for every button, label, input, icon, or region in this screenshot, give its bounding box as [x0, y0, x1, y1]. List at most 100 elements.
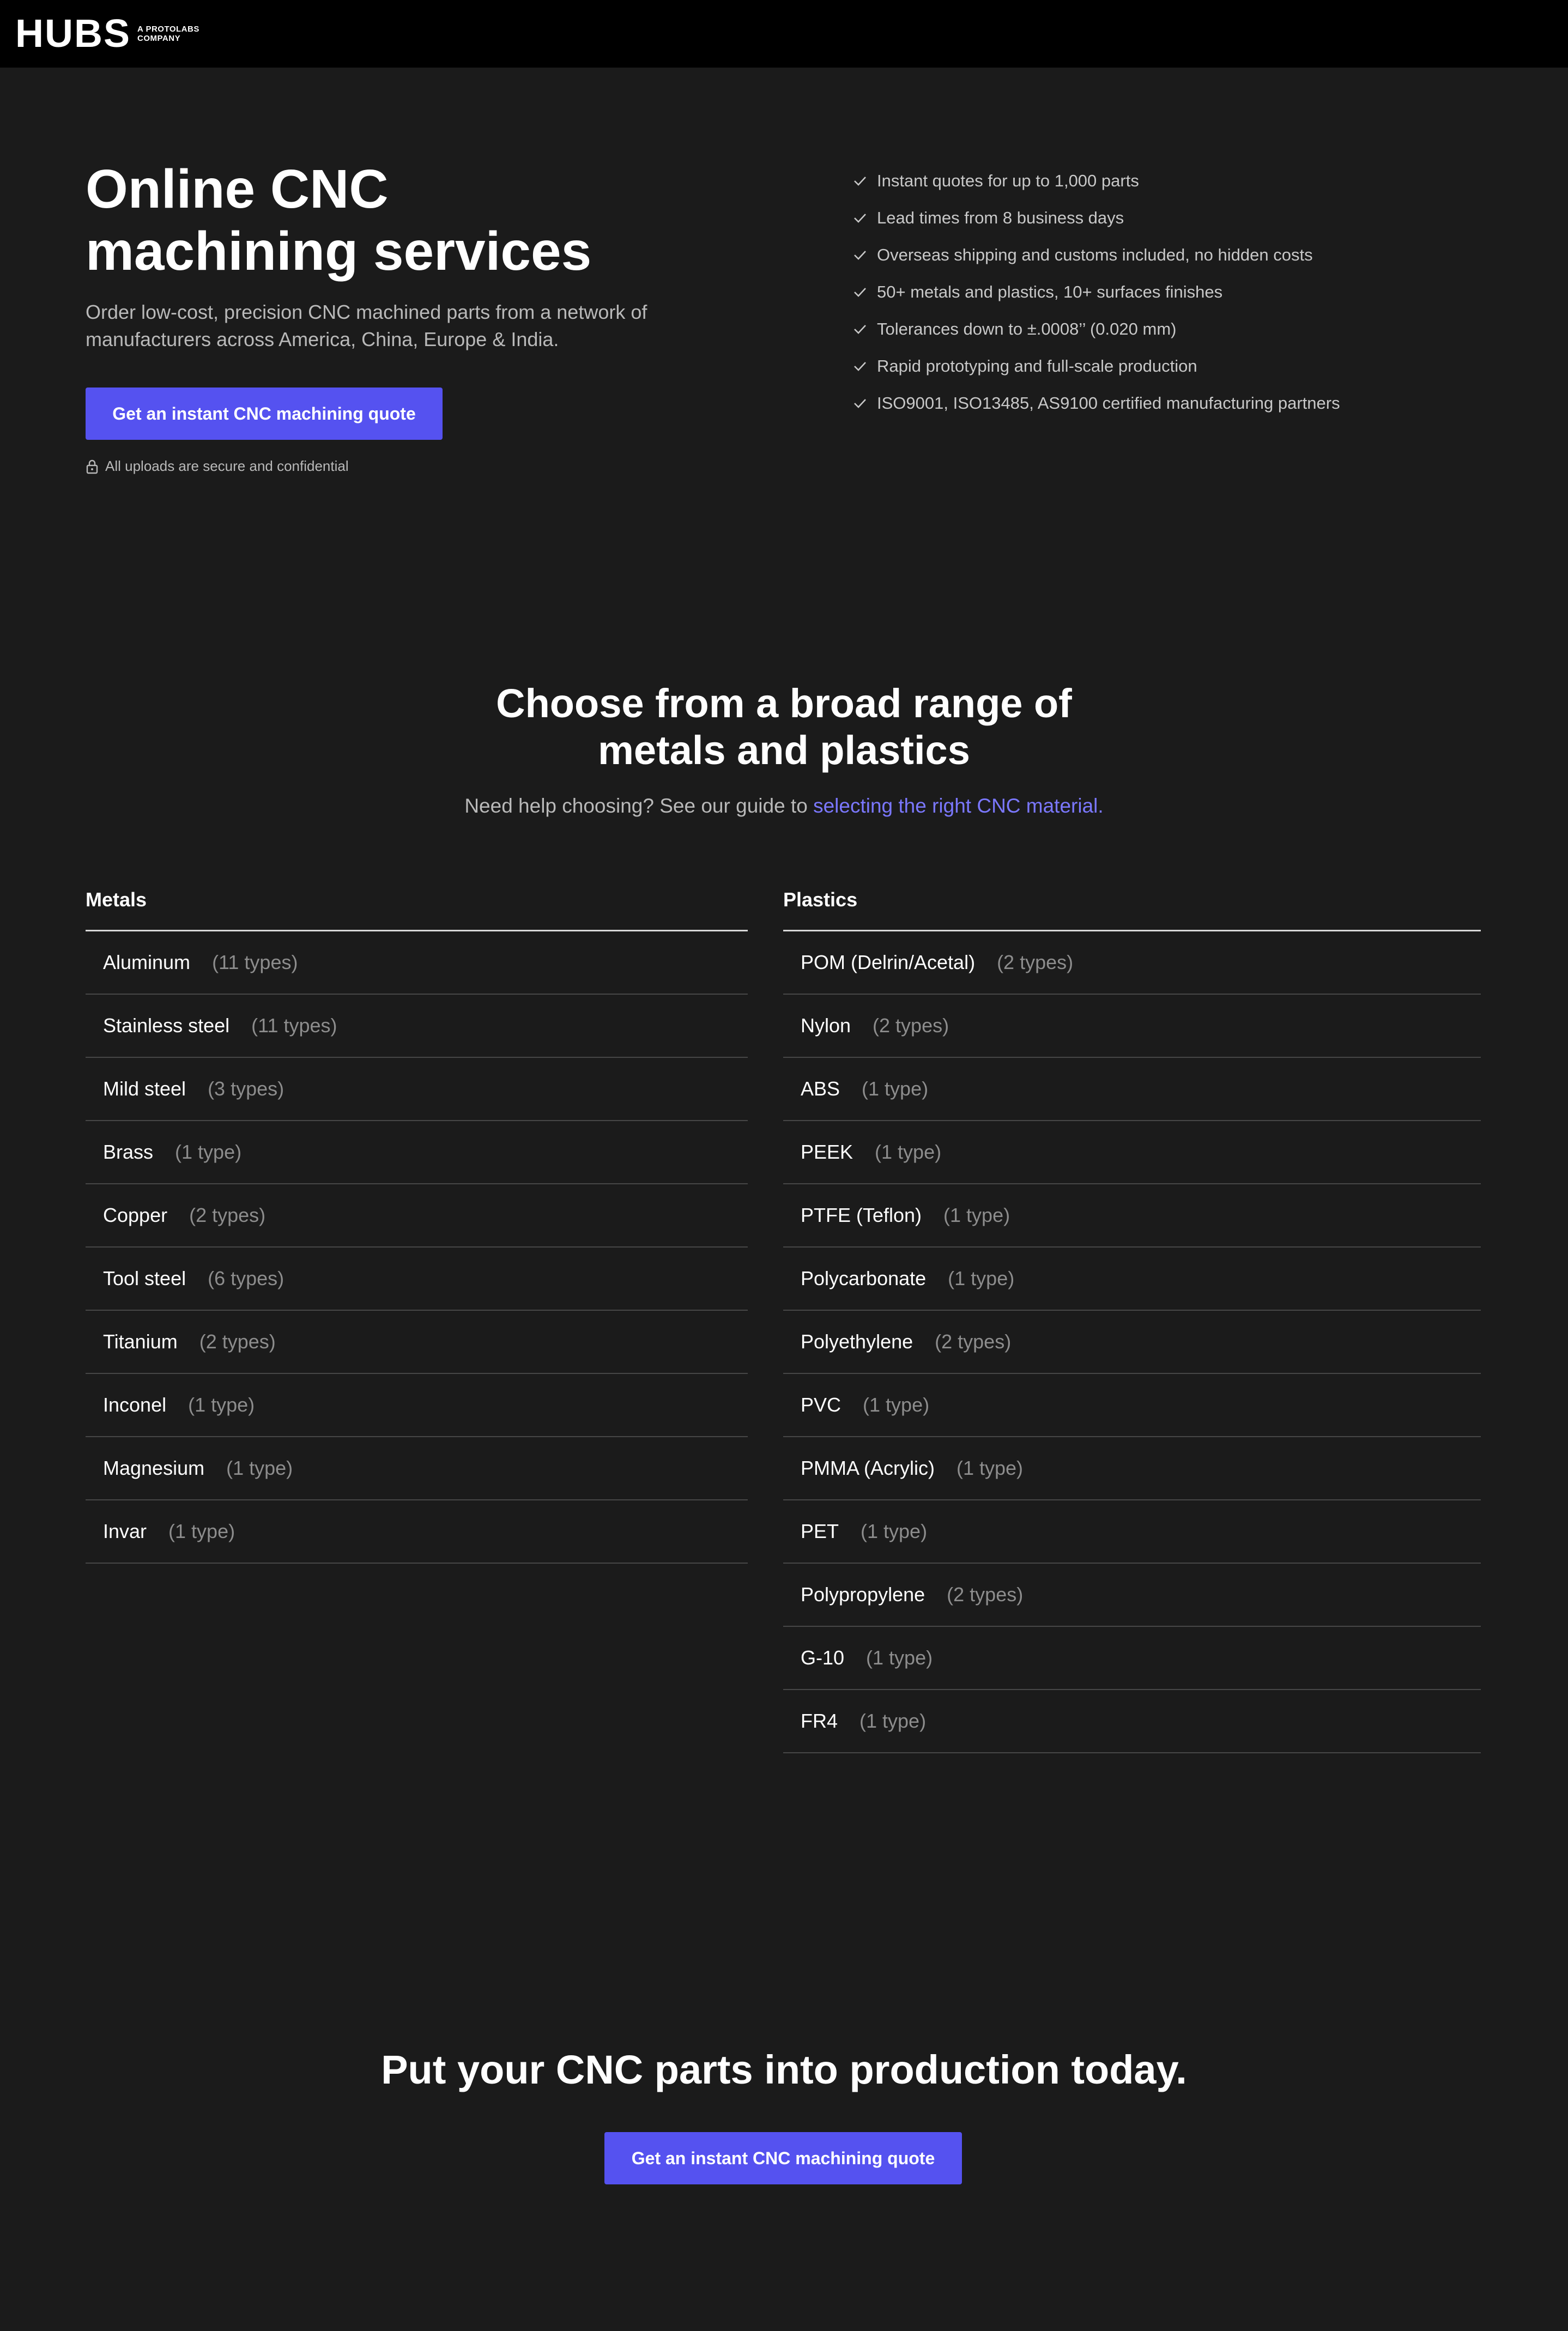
material-row[interactable]: Nylon (2 types): [783, 995, 1481, 1058]
feature-item: Tolerances down to ±.0008’’ (0.020 mm): [853, 311, 1507, 348]
checkmark-icon: [854, 214, 866, 223]
material-name: Magnesium: [103, 1457, 205, 1479]
material-name: PTFE (Teflon): [801, 1204, 922, 1226]
metals-heading: Metals: [86, 888, 748, 931]
material-type-count: (1 type): [168, 1520, 235, 1542]
checkmark-icon: [854, 362, 866, 371]
lock-icon: [86, 459, 98, 474]
material-row[interactable]: POM (Delrin/Acetal) (2 types): [783, 931, 1481, 995]
checkmark-icon: [854, 399, 866, 408]
material-row[interactable]: Stainless steel (11 types): [86, 995, 748, 1058]
material-type-count: (2 types): [935, 1330, 1012, 1353]
material-type-count: (1 type): [175, 1141, 242, 1163]
material-name: PEEK: [801, 1141, 853, 1163]
checkmark-icon: [854, 325, 866, 334]
feature-text: Rapid prototyping and full-scale product…: [877, 356, 1197, 376]
hero-quote-button[interactable]: Get an instant CNC machining quote: [86, 388, 443, 440]
material-row[interactable]: Invar (1 type): [86, 1500, 748, 1564]
material-row[interactable]: FR4 (1 type): [783, 1690, 1481, 1753]
feature-text: Instant quotes for up to 1,000 parts: [877, 171, 1139, 190]
material-type-count: (1 type): [943, 1204, 1010, 1226]
material-type-count: (6 types): [208, 1267, 284, 1289]
material-row[interactable]: Mild steel (3 types): [86, 1058, 748, 1121]
cta-quote-button[interactable]: Get an instant CNC machining quote: [604, 2132, 962, 2184]
material-name: PMMA (Acrylic): [801, 1457, 935, 1479]
material-name: Inconel: [103, 1394, 167, 1416]
material-type-count: (1 type): [226, 1457, 293, 1479]
material-guide-link[interactable]: selecting the right CNC material.: [813, 795, 1104, 817]
material-name: Nylon: [801, 1014, 851, 1037]
material-type-count: (1 type): [956, 1457, 1024, 1479]
material-type-count: (3 types): [208, 1077, 284, 1100]
material-name: Copper: [103, 1204, 168, 1226]
materials-help-text: Need help choosing? See our guide to sel…: [464, 795, 1104, 817]
material-row[interactable]: Aluminum (11 types): [86, 931, 748, 995]
feature-text: ISO9001, ISO13485, AS9100 certified manu…: [877, 393, 1340, 413]
material-row[interactable]: Titanium (2 types): [86, 1311, 748, 1374]
material-row[interactable]: PMMA (Acrylic) (1 type): [783, 1437, 1481, 1500]
material-type-count: (2 types): [997, 951, 1074, 973]
material-name: POM (Delrin/Acetal): [801, 951, 976, 973]
feature-list: Instant quotes for up to 1,000 parts Lead…: [853, 162, 1507, 422]
feature-text: 50+ metals and plastics, 10+ surfaces fi…: [877, 282, 1223, 301]
material-type-count: (2 types): [199, 1330, 276, 1353]
material-row[interactable]: PET (1 type): [783, 1500, 1481, 1564]
hero-subtitle: Order low-cost, precision CNC machined p…: [86, 301, 647, 350]
secure-note-text: All uploads are secure and confidential: [105, 458, 349, 474]
material-name: Stainless steel: [103, 1014, 230, 1037]
feature-item: Rapid prototyping and full-scale product…: [853, 348, 1507, 385]
material-type-count: (2 types): [947, 1583, 1024, 1606]
checkmark-icon: [854, 251, 866, 260]
material-type-count: (1 type): [859, 1710, 927, 1732]
feature-item: ISO9001, ISO13485, AS9100 certified manu…: [853, 385, 1507, 422]
material-name: G-10: [801, 1646, 845, 1669]
plastics-heading: Plastics: [783, 888, 1481, 931]
material-row[interactable]: PTFE (Teflon) (1 type): [783, 1184, 1481, 1248]
material-name: Titanium: [103, 1330, 178, 1353]
material-name: Polycarbonate: [801, 1267, 927, 1289]
material-type-count: (2 types): [873, 1014, 949, 1037]
material-type-count: (1 type): [188, 1394, 255, 1416]
hubs-logo[interactable]: HUBS A PROTOLABS COMPANY: [15, 12, 214, 56]
material-type-count: (1 type): [861, 1520, 928, 1542]
feature-text: Tolerances down to ±.0008’’ (0.020 mm): [877, 319, 1177, 338]
material-name: PVC: [801, 1394, 841, 1416]
checkmark-icon: [854, 177, 866, 186]
material-type-count: (1 type): [875, 1141, 942, 1163]
material-row[interactable]: Polypropylene (2 types): [783, 1564, 1481, 1627]
material-name: Aluminum: [103, 951, 191, 973]
material-row[interactable]: Magnesium (1 type): [86, 1437, 748, 1500]
material-name: FR4: [801, 1710, 838, 1732]
material-row[interactable]: Inconel (1 type): [86, 1374, 748, 1437]
material-row[interactable]: PVC (1 type): [783, 1374, 1481, 1437]
material-row[interactable]: Polyethylene (2 types): [783, 1311, 1481, 1374]
material-type-count: (1 type): [866, 1646, 933, 1669]
cta-title: Put your CNC parts into production today…: [381, 2047, 1187, 2092]
material-row[interactable]: Polycarbonate (1 type): [783, 1248, 1481, 1311]
hero-title: Online CNC machining services: [86, 159, 592, 282]
feature-item: 50+ metals and plastics, 10+ surfaces fi…: [853, 274, 1507, 311]
material-row[interactable]: ABS (1 type): [783, 1058, 1481, 1121]
checkmark-icon: [854, 288, 866, 297]
material-row[interactable]: Copper (2 types): [86, 1184, 748, 1248]
material-type-count: (1 type): [863, 1394, 930, 1416]
feature-text: Lead times from 8 business days: [877, 208, 1124, 227]
material-row[interactable]: PEEK (1 type): [783, 1121, 1481, 1184]
material-name: Polypropylene: [801, 1583, 925, 1606]
material-row[interactable]: G-10 (1 type): [783, 1627, 1481, 1690]
material-row[interactable]: Brass (1 type): [86, 1121, 748, 1184]
metals-column: Metals Aluminum (11 types) Stainless steel…: [86, 888, 748, 1564]
logo-wordmark: HUBS: [15, 12, 131, 56]
logo-tagline: A PROTOLABS COMPANY: [137, 25, 199, 43]
plastics-column: Plastics POM (Delrin/Acetal) (2 types) Nyl…: [783, 888, 1481, 1753]
material-name: Tool steel: [103, 1267, 186, 1289]
material-row[interactable]: Tool steel (6 types): [86, 1248, 748, 1311]
plastics-list: POM (Delrin/Acetal) (2 types) Nylon (2 type…: [783, 931, 1481, 1753]
feature-item: Lead times from 8 business days: [853, 199, 1507, 237]
material-name: Invar: [103, 1520, 147, 1542]
material-name: Mild steel: [103, 1077, 186, 1100]
material-name: Brass: [103, 1141, 154, 1163]
top-navigation-bar: HUBS A PROTOLABS COMPANY: [0, 0, 1568, 68]
material-type-count: (2 types): [189, 1204, 266, 1226]
material-name: PET: [801, 1520, 839, 1542]
